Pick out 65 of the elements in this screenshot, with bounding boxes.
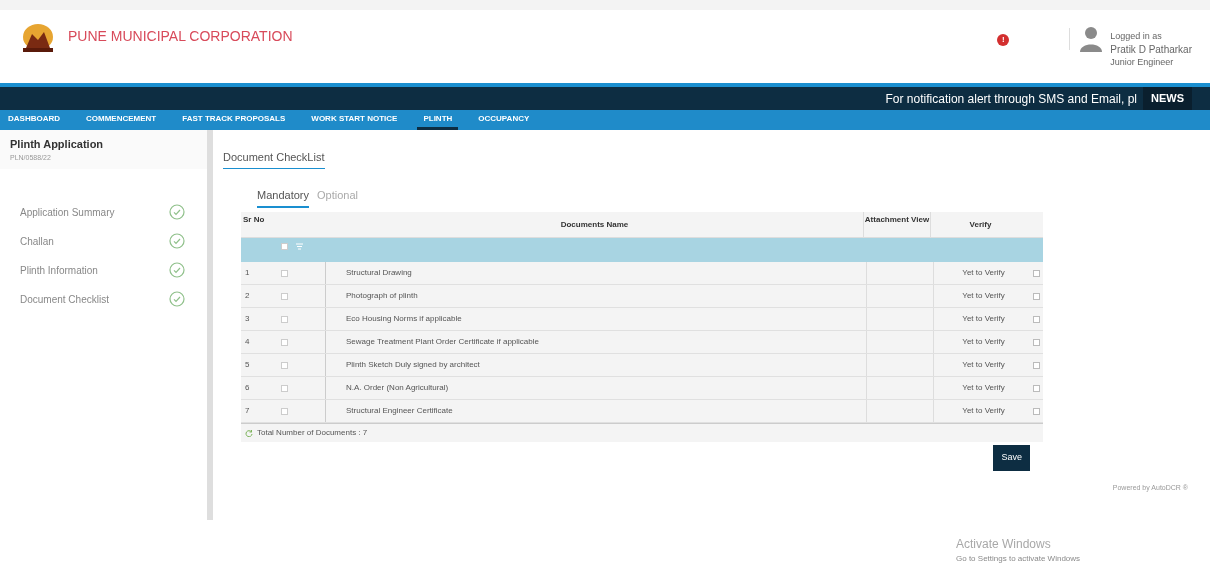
site-title: PUNE MUNICIPAL CORPORATION [68,27,293,46]
login-caption: Logged in as [1110,30,1163,43]
row-checkbox[interactable] [280,361,288,369]
alert-badge[interactable]: ! [997,34,1010,46]
application-title: Plinth Application [10,137,105,152]
check-circle-icon [169,262,185,278]
sr-number-cell-text: 4 [244,336,251,348]
page-title: Document CheckList [223,149,325,169]
sr-number-cell-text: 2 [244,290,251,302]
save-button[interactable]: Save [993,445,1030,471]
nav-tab[interactable]: WORK START NOTICE [305,110,404,130]
row-expand-icon[interactable] [1033,315,1040,323]
sidebar-item[interactable]: Plinth Information [20,262,98,278]
column-header[interactable]: Verify [930,212,1030,237]
nav-tab[interactable]: COMMENCEMENT [80,110,163,130]
sr-number-cell-text: 6 [244,382,251,394]
total-documents-text: Total Number of Documents : 7 [257,427,368,439]
document-name-cell-text: Plinth Sketch Duly signed by architect [345,359,481,371]
refresh-icon[interactable] [245,429,253,437]
check-circle-icon [169,233,185,249]
check-circle-icon [169,291,185,307]
user-role: Junior Engineer [1110,56,1175,69]
row-expand-icon[interactable] [1033,269,1040,277]
row-checkbox[interactable] [280,292,288,300]
row-expand-icon[interactable] [1033,292,1040,300]
sr-number-cell-text: 1 [244,267,251,279]
column-header[interactable]: Attachment View [863,212,930,237]
nav-tab[interactable]: DASHBOARD [2,110,66,130]
nav-tab[interactable]: FAST TRACK PROPOSALS [176,110,292,130]
sidebar-item[interactable]: Challan [20,233,54,249]
row-expand-icon[interactable] [1033,361,1040,369]
document-name-cell-text: Eco Housing Norms if applicable [345,313,463,325]
column-header[interactable]: Documents Name [326,212,863,237]
news-badge[interactable]: NEWS [1143,87,1192,110]
row-checkbox[interactable] [280,338,288,346]
filter-checkbox[interactable] [281,243,288,250]
user-avatar-icon[interactable] [1080,26,1103,52]
row-checkbox[interactable] [280,384,288,392]
row-expand-icon[interactable] [1033,407,1040,415]
row-checkbox[interactable] [280,407,288,415]
document-name-cell-text: Sewage Treatment Plant Order Certificate if applicable [345,336,540,348]
news-ticker-text: For notification alert through SMS and Email, pl [885,90,1137,108]
tab[interactable]: Mandatory [257,186,309,208]
tab[interactable]: Optional [317,186,358,208]
sr-number-cell-text: 7 [244,405,251,417]
row-checkbox[interactable] [280,269,288,277]
sidebar-item[interactable]: Document Checklist [20,291,109,307]
document-name-cell-text: Structural Drawing [345,267,413,279]
filter-icon[interactable] [296,243,303,250]
activation-subtitle: Go to Settings to activate Windows [956,553,1082,565]
column-header[interactable]: Sr No [241,212,270,237]
check-circle-icon [169,204,185,220]
nav-tab[interactable]: PLINTH [417,110,459,130]
sidebar-item[interactable]: Application Summary [20,204,115,220]
document-name-cell-text: Structural Engineer Certificate [345,405,454,417]
row-expand-icon[interactable] [1033,384,1040,392]
activation-title: Activate Windows [956,536,1052,553]
row-expand-icon[interactable] [1033,338,1040,346]
sr-number-cell-text: 5 [244,359,251,371]
nav-tab[interactable]: OCCUPANCY [472,110,536,130]
user-name: Pratik D Patharkar [1110,43,1192,56]
row-checkbox[interactable] [280,315,288,323]
document-name-cell-text: N.A. Order (Non Agricultural) [345,382,450,394]
sr-number-cell-text: 3 [244,313,251,325]
document-name-cell-text: Photograph of plinth [345,290,419,302]
